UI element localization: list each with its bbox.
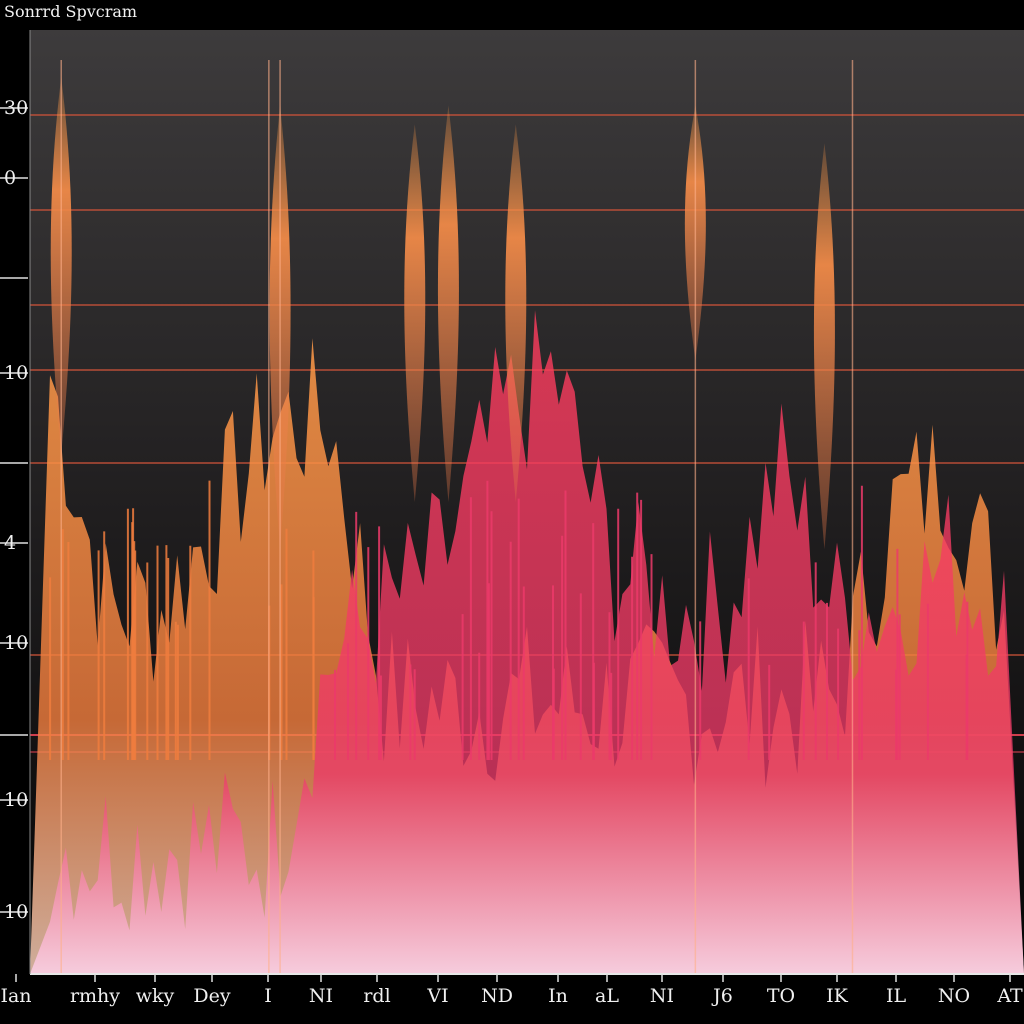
x-tick-label-10: aL <box>595 985 619 1007</box>
y-tick-label-8: 10 <box>4 789 28 811</box>
x-tick-label-11: NI <box>650 985 674 1007</box>
x-axis-ticks: Ian rmhy wky Dey I NI rdl VI ND In aL NI J6 TO IK IL NO A… <box>0 974 1023 1007</box>
x-tick-label-0: Ian <box>0 985 31 1007</box>
spectrogram-window: Sonrrd Spvcram 30 0 10 4 10 10 10 Ian rm… <box>0 0 1024 1024</box>
x-tick-label-2: wky <box>136 985 175 1007</box>
x-tick-label-3: Dey <box>193 985 230 1007</box>
y-tick-label-6: 10 <box>4 632 28 654</box>
spectrogram-plot: 30 0 10 4 10 10 10 Ian rmhy wky Dey I NI rdl VI ND In aL… <box>0 30 1024 1007</box>
x-tick-label-7: VI <box>426 985 448 1007</box>
x-tick-label-17: AT <box>996 985 1023 1007</box>
x-tick-label-12: J6 <box>711 985 733 1007</box>
y-tick-label-5: 4 <box>4 532 16 554</box>
y-tick-label-9: 10 <box>4 901 28 923</box>
x-tick-label-4: I <box>264 985 272 1007</box>
x-tick-label-9: In <box>548 985 568 1007</box>
y-tick-label-0: 30 <box>4 97 28 119</box>
x-tick-label-14: IK <box>826 985 849 1007</box>
x-tick-label-5: NI <box>309 985 333 1007</box>
x-tick-label-16: NO <box>938 985 970 1007</box>
x-tick-label-8: ND <box>481 985 513 1007</box>
y-axis-ticks: 30 0 10 4 10 10 10 <box>0 97 28 923</box>
x-tick-label-1: rmhy <box>70 985 120 1007</box>
x-tick-label-15: IL <box>886 985 907 1007</box>
x-tick-label-13: TO <box>767 985 795 1007</box>
y-tick-label-1: 0 <box>4 167 16 189</box>
x-tick-label-6: rdl <box>363 985 390 1007</box>
y-tick-label-3: 10 <box>4 362 28 384</box>
